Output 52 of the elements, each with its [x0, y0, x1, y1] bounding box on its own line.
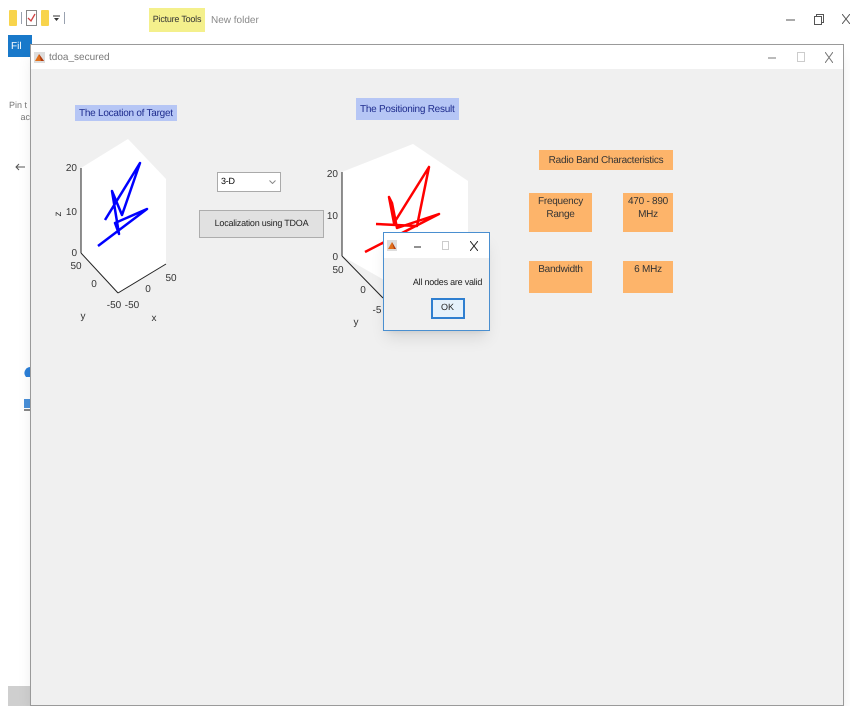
tick-label: 0: [91, 279, 97, 290]
tick-label: -50: [124, 300, 140, 311]
maximize-icon: [797, 52, 805, 62]
band-title: Radio Band Characteristics: [539, 150, 673, 170]
window-title: tdoa_secured: [49, 50, 110, 64]
chevron-down-icon: [269, 180, 276, 184]
band-value: 470 - 890 MHz: [623, 193, 673, 232]
document-check-icon[interactable]: [26, 10, 37, 26]
close-icon[interactable]: [470, 241, 478, 251]
axis-label: y: [80, 311, 86, 322]
axis-label: x: [152, 313, 156, 324]
status-bar: [8, 686, 30, 706]
pin-label: ac: [20, 111, 30, 123]
tick-label: 0: [332, 252, 338, 263]
matlab-icon: [387, 240, 397, 251]
file-tab[interactable]: Fil: [8, 35, 32, 57]
drive-icon[interactable]: [24, 367, 30, 377]
dialog-message: All nodes are valid: [412, 276, 482, 289]
band-label: Frequency Range: [529, 193, 592, 232]
context-tab[interactable]: Picture Tools: [149, 8, 205, 32]
band-label: Bandwidth: [529, 261, 592, 293]
band-value: 6 MHz: [623, 261, 673, 293]
close-icon[interactable]: [842, 14, 850, 24]
restore-icon[interactable]: [814, 14, 824, 25]
pin-label: Pin t: [9, 99, 28, 111]
dropdown-arrow-icon[interactable]: [53, 13, 60, 23]
minimize-icon[interactable]: [414, 246, 421, 248]
tick-label: 50: [70, 261, 82, 272]
tick-label: -50: [106, 300, 122, 311]
tick-label: 50: [165, 273, 177, 284]
tick-label: 20: [66, 163, 77, 174]
tick-label: 0: [145, 284, 151, 295]
axis-label: z: [53, 212, 64, 216]
plot-title: The Location of Target: [75, 105, 177, 121]
monitor-icon[interactable]: [24, 399, 30, 411]
tick-label: 10: [326, 211, 338, 222]
back-arrow-icon[interactable]: [15, 163, 25, 171]
tick-label: 0: [71, 248, 77, 259]
matlab-icon: [34, 52, 45, 62]
plot-title: The Positioning Result: [356, 98, 459, 120]
window-title: New folder: [211, 14, 259, 28]
tick-label: 0: [360, 285, 366, 296]
minimize-icon[interactable]: [786, 19, 795, 21]
ok-button[interactable]: OK: [430, 298, 464, 318]
localization-button[interactable]: Localization using TDOA: [199, 210, 324, 238]
dimension-dropdown[interactable]: 3-D: [217, 172, 281, 192]
maximize-icon: [442, 241, 449, 250]
tick-label: -5: [372, 305, 382, 316]
tick-label: 20: [326, 169, 338, 180]
tick-label: 50: [332, 265, 344, 276]
axis-label: y: [354, 317, 358, 328]
tick-label: 10: [66, 207, 77, 218]
